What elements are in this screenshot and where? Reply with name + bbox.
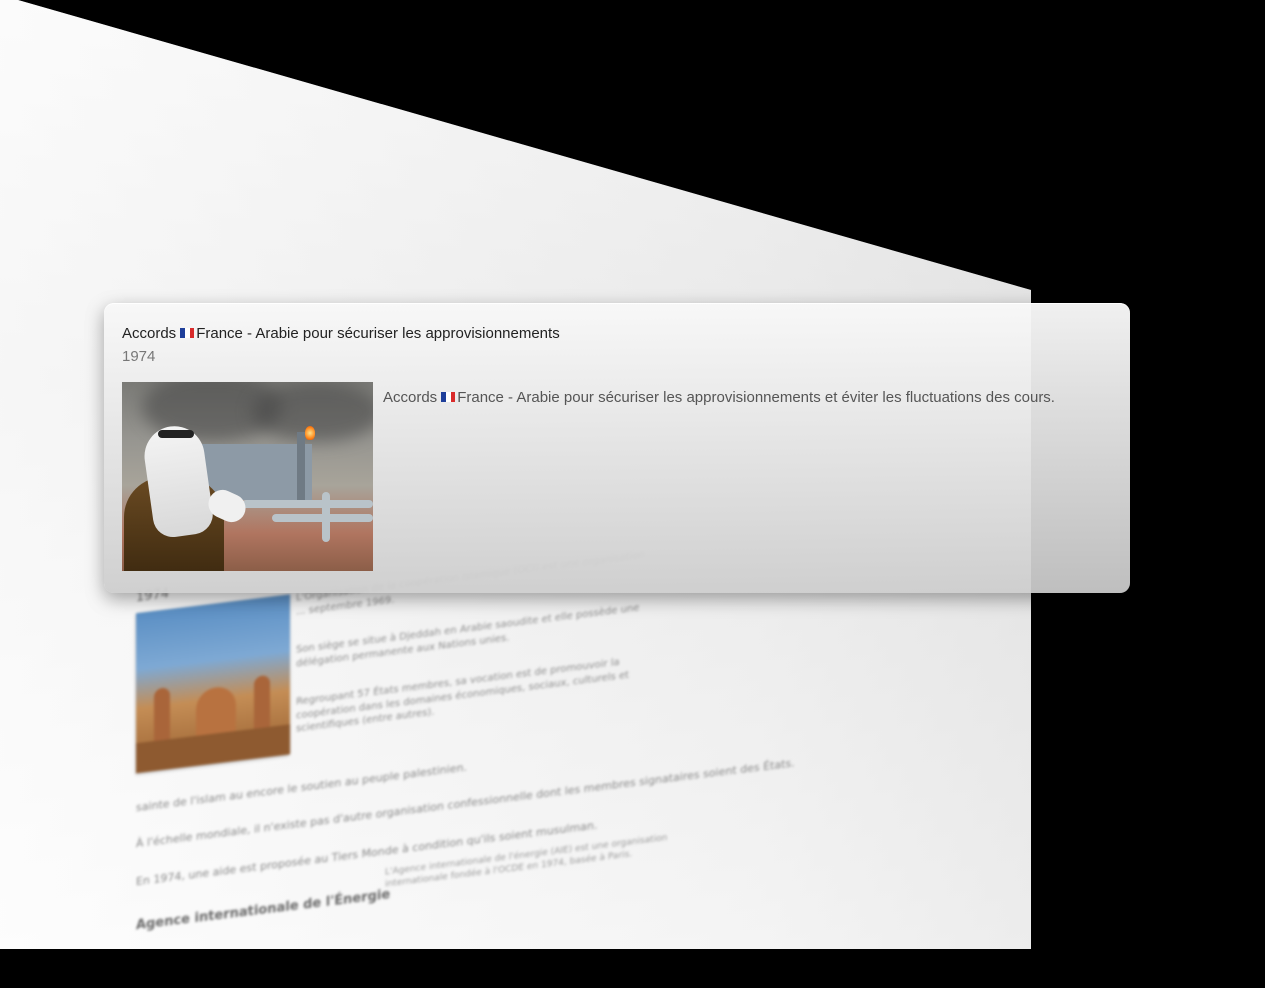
background-paragraph-3: Regroupant 57 États membres, sa vocation… [296, 656, 629, 735]
man-agal [158, 430, 194, 438]
card-title-text: France - Arabie pour sécuriser les appro… [196, 325, 560, 342]
card-title: Accords France - Arabie pour sécuriser le… [122, 325, 560, 342]
card-description: Accords France - Arabie pour sécuriser le… [383, 389, 1055, 406]
flare-stack [297, 432, 305, 502]
card-description-prefix: Accords [383, 389, 438, 406]
card-description-text: France - Arabie pour sécuriser les appro… [457, 389, 1055, 406]
refinery-photo [122, 382, 373, 571]
background-heading: Agence internationale de l'Énergie [136, 887, 391, 934]
french-flag-icon [441, 392, 456, 402]
french-flag-icon [180, 328, 195, 338]
mosque-dome [196, 684, 236, 736]
event-card[interactable]: Accords France - Arabie pour sécuriser le… [104, 303, 1130, 593]
card-title-prefix: Accords [122, 325, 177, 342]
pipeline [242, 500, 373, 508]
pipeline [322, 492, 330, 542]
flare-flame [305, 426, 315, 440]
mosque-photo [136, 594, 290, 774]
card-year: 1974 [122, 348, 156, 365]
